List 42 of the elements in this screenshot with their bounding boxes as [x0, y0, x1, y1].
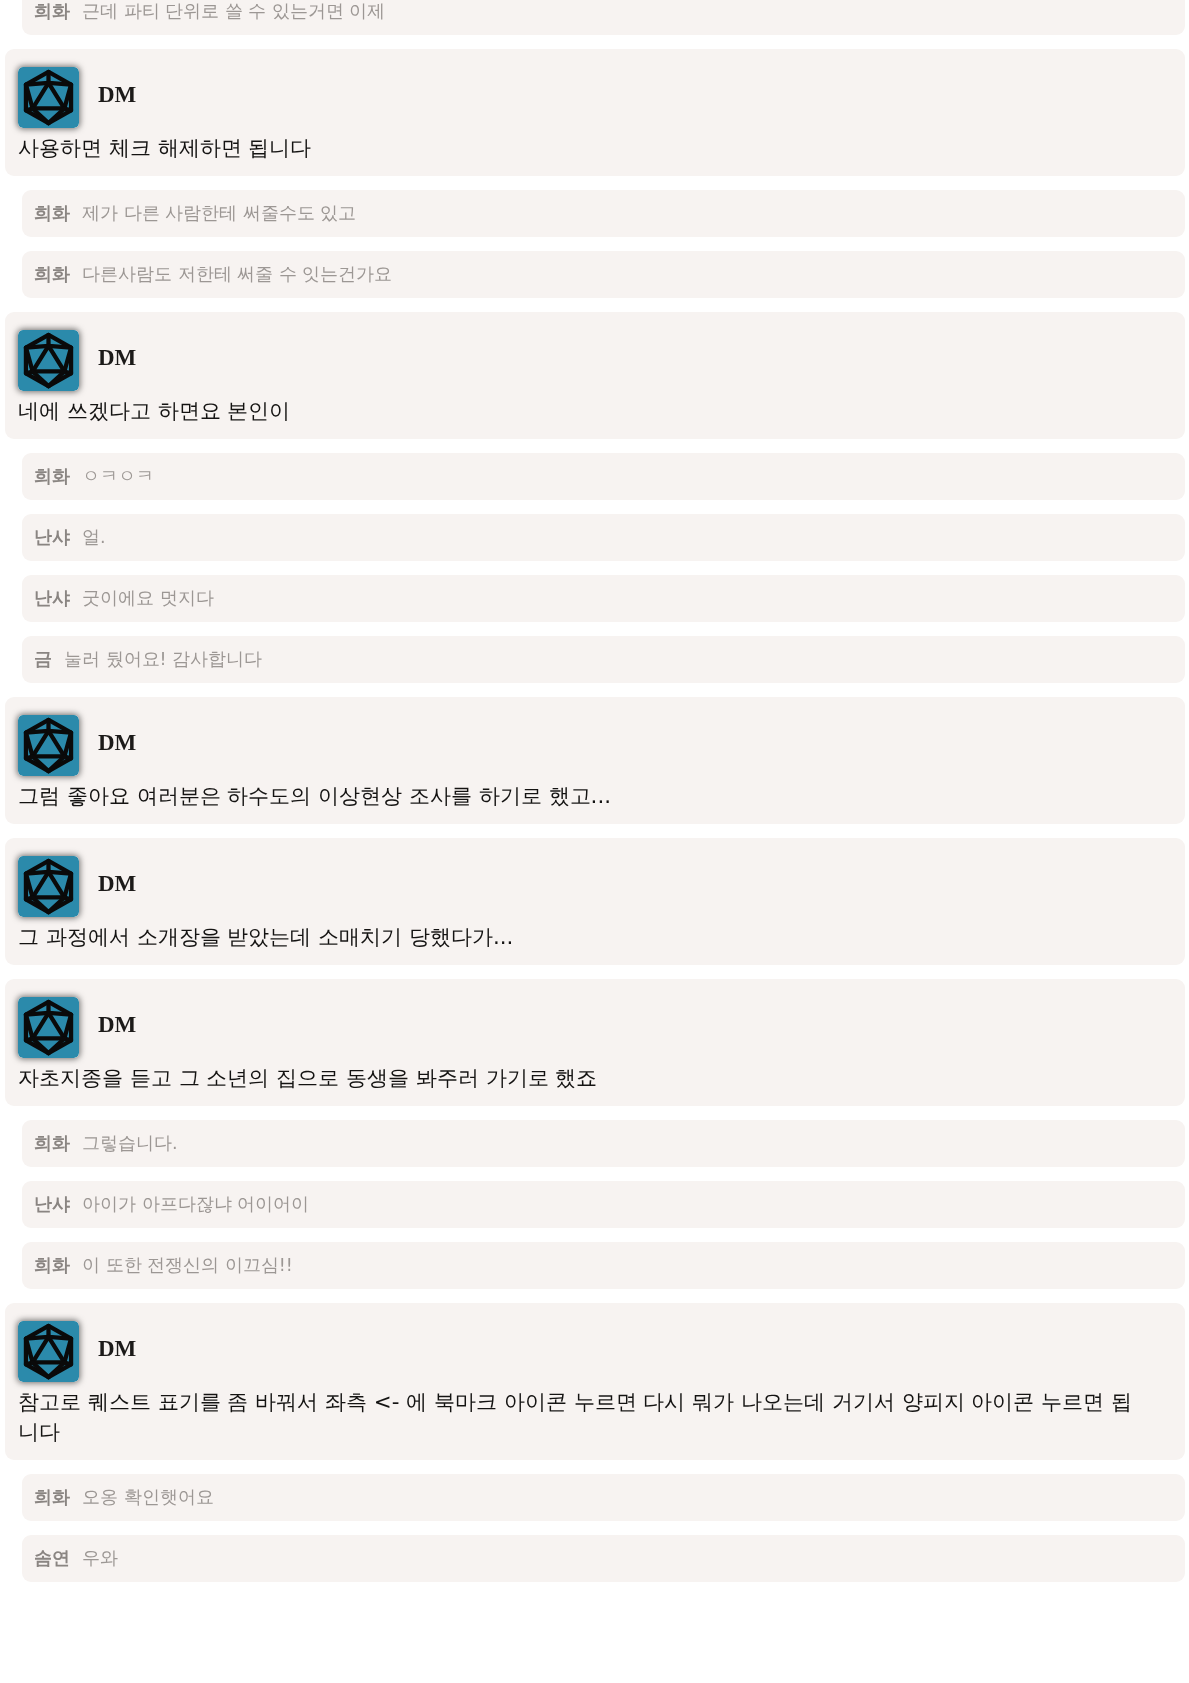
author-name: 희화 — [34, 202, 70, 225]
author-name: 희화 — [34, 1486, 70, 1509]
author-name: DM — [98, 81, 137, 108]
message-text: 굿이에요 멋지다 — [82, 587, 214, 610]
dice-avatar-icon — [18, 715, 79, 776]
author-name: DM — [98, 870, 137, 897]
message-text: 네에 쓰겠다고 하면요 본인이 — [18, 397, 292, 425]
message-text: 자초지종을 듣고 그 소년의 집으로 동생을 봐주러 가기로 했죠 — [18, 1064, 599, 1092]
message-text: 그럼 좋아요 여러분은 하수도의 이상현상 조사를 하기로 했고... — [18, 782, 612, 810]
author-name: DM — [98, 1335, 137, 1362]
author-name: 희화 — [34, 263, 70, 286]
message-text: 이 또한 전쟁신의 이끄심!! — [82, 1254, 293, 1277]
message-text: 우와 — [82, 1547, 118, 1570]
message-text: 사용하면 체크 해제하면 됩니다 — [18, 134, 313, 162]
message-text: 눌러 뒀어요! 감사합니다 — [64, 648, 263, 671]
message-text: 근데 파티 단위로 쓸 수 있는거면 이제 — [82, 0, 386, 23]
message-text: ㅇㅋㅇㅋ — [82, 465, 154, 488]
author-name: DM — [98, 729, 137, 756]
author-name: 희화 — [34, 1254, 70, 1277]
author-name: 희화 — [34, 0, 70, 23]
message-text: 그 과정에서 소개장을 받았는데 소매치기 당했다가... — [18, 923, 515, 951]
message-text: 제가 다른 사람한테 써줄수도 있고 — [82, 202, 357, 225]
author-name: 난샤 — [34, 587, 70, 610]
dice-avatar-icon — [18, 67, 79, 128]
dice-avatar-icon — [18, 330, 79, 391]
dice-avatar-icon — [18, 997, 79, 1058]
message-text: 아이가 아프다잖냐 어이어이 — [82, 1193, 310, 1216]
message-text: 얼. — [82, 526, 106, 549]
author-name: 희화 — [34, 1132, 70, 1155]
author-name: DM — [98, 344, 137, 371]
author-name: 솜연 — [34, 1547, 70, 1570]
author-name: 난샤 — [34, 1193, 70, 1216]
author-name: DM — [98, 1011, 137, 1038]
message-text: 그렇습니다. — [82, 1132, 178, 1155]
message-text: 다른사람도 저한테 써줄 수 잇는건가요 — [82, 263, 393, 286]
author-name: 난샤 — [34, 526, 70, 549]
message-text: 오옹 확인햇어요 — [82, 1486, 214, 1509]
author-name: 희화 — [34, 465, 70, 488]
dice-avatar-icon — [18, 856, 79, 917]
dice-avatar-icon — [18, 1321, 79, 1382]
author-name: 금 — [34, 648, 52, 671]
message-text: 참고로 퀘스트 표기를 좀 바꿔서 좌측 <- 에 북마크 아이콘 누르면 다시 뭐가 나오는데 거기서 양피지 아이콘 누르면 됩니다 — [18, 1388, 1134, 1446]
